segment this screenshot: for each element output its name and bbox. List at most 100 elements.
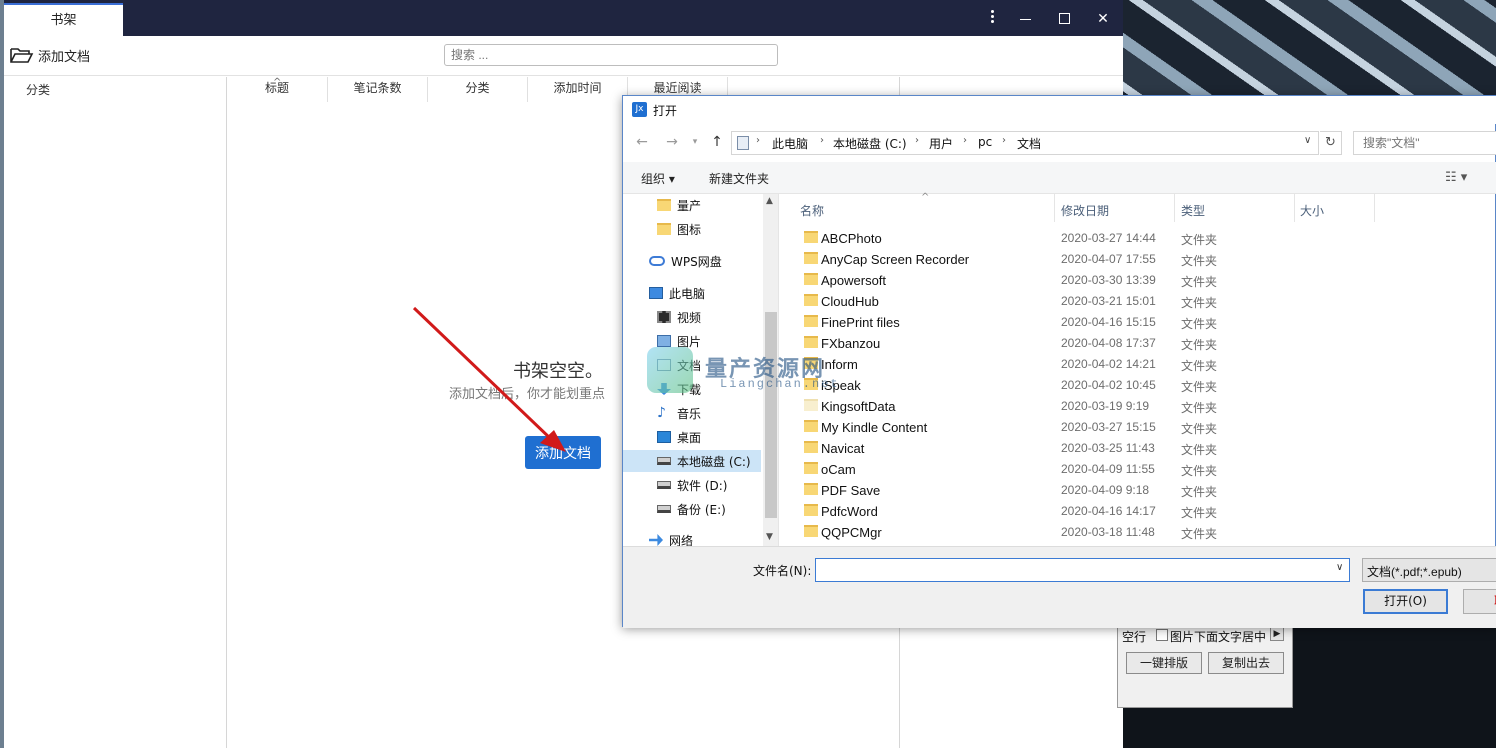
folder-icon <box>804 294 818 306</box>
open-button[interactable]: 打开(O) <box>1363 589 1448 614</box>
folder-icon <box>804 231 818 243</box>
file-date: 2020-03-27 14:44 <box>1061 231 1156 245</box>
scrollbar-thumb[interactable] <box>765 312 777 518</box>
column-note-count[interactable]: 笔记条数 <box>328 77 428 102</box>
folder-icon <box>804 441 818 453</box>
close-icon[interactable]: ✕ <box>1092 8 1114 30</box>
recent-dropdown-icon[interactable]: ▾ <box>686 133 704 151</box>
file-row[interactable]: FinePrint files 2020-04-16 15:15 文件夹 <box>780 311 1420 332</box>
cancel-button[interactable]: 取消 <box>1463 589 1496 614</box>
nav-item-this-pc[interactable]: 此电脑 <box>623 282 761 304</box>
nav-item-desktop[interactable]: 桌面 <box>623 426 761 448</box>
file-date: 2020-03-21 15:01 <box>1061 294 1156 308</box>
file-row[interactable]: Apowersoft 2020-03-30 13:39 文件夹 <box>780 269 1420 290</box>
nav-item-videos[interactable]: 视频 <box>623 306 761 328</box>
file-name: My Kindle Content <box>821 420 928 435</box>
file-type: 文件夹 <box>1181 485 1218 499</box>
file-date: 2020-04-07 17:55 <box>1061 252 1156 266</box>
maximize-icon[interactable] <box>1053 8 1075 30</box>
breadcrumb-this-pc[interactable]: 此电脑 <box>772 135 808 152</box>
column-title[interactable]: ^ 标题 <box>227 77 328 102</box>
search-input[interactable] <box>444 44 778 66</box>
new-folder-button[interactable]: 新建文件夹 <box>709 170 769 187</box>
nav-item-drive-c[interactable]: 本地磁盘 (C:) <box>623 450 761 472</box>
empty-shelf-subtitle: 添加文档后，你才能划重点 <box>449 387 606 402</box>
column-name[interactable]: 名称 <box>800 202 824 219</box>
file-row[interactable]: PdfcWord 2020-04-16 14:17 文件夹 <box>780 500 1420 521</box>
breadcrumb-pc[interactable]: pc <box>978 135 992 149</box>
watermark-subtitle: Liangchan.net <box>720 377 840 391</box>
file-row[interactable]: FXbanzou 2020-04-08 17:37 文件夹 <box>780 332 1420 353</box>
breadcrumb-documents[interactable]: 文档 <box>1017 135 1041 152</box>
filename-label: 文件名(N): <box>753 564 812 578</box>
back-icon[interactable]: ← <box>633 133 651 151</box>
scroll-right-icon[interactable]: ▶ <box>1270 627 1284 641</box>
more-menu-icon[interactable] <box>981 8 1003 30</box>
app-logo-icon: Jx <box>632 102 647 117</box>
file-row[interactable]: My Kindle Content 2020-03-27 15:15 文件夹 <box>780 416 1420 437</box>
folder-icon <box>804 462 818 474</box>
chevron-down-icon[interactable]: ∨ <box>1304 135 1311 146</box>
desktop-icon <box>657 431 671 443</box>
pc-icon <box>649 287 663 299</box>
tab-bookshelf[interactable]: 书架 <box>4 3 123 36</box>
add-document-button[interactable]: 添加文档 <box>10 44 90 66</box>
file-name: AnyCap Screen Recorder <box>821 252 970 267</box>
view-options-icon[interactable]: ☷ ▾ <box>1445 170 1467 185</box>
forward-icon[interactable]: → <box>663 133 681 151</box>
empty-shelf-title: 书架空空。 <box>513 361 603 382</box>
up-icon[interactable]: ↑ <box>708 133 726 151</box>
file-row[interactable]: Navicat 2020-03-25 11:43 文件夹 <box>780 437 1420 458</box>
nav-item-drive-d[interactable]: 软件 (D:) <box>623 474 761 496</box>
file-type: 文件夹 <box>1181 317 1218 331</box>
column-modified[interactable]: 修改日期 <box>1061 202 1109 219</box>
drive-icon <box>657 505 671 513</box>
sidebar-header: 分类 <box>26 83 51 97</box>
copy-out-button[interactable]: 复制出去 <box>1208 652 1284 674</box>
breadcrumb-users[interactable]: 用户 <box>929 135 953 152</box>
file-row[interactable]: iSpeak 2020-04-02 10:45 文件夹 <box>780 374 1420 395</box>
cloud-icon <box>649 256 665 266</box>
nav-item-icons[interactable]: 图标 <box>623 218 761 240</box>
organize-menu[interactable]: 组织 ▾ <box>641 170 675 187</box>
file-type: 文件夹 <box>1181 338 1218 352</box>
refresh-icon[interactable]: ↻ <box>1320 131 1342 155</box>
chevron-right-icon: › <box>915 135 919 146</box>
nav-item-drive-e[interactable]: 备份 (E:) <box>623 498 761 520</box>
column-category[interactable]: 分类 <box>428 77 528 102</box>
file-date: 2020-03-19 9:19 <box>1061 399 1150 413</box>
chevron-down-icon[interactable]: ∨ <box>1336 562 1343 573</box>
address-bar[interactable]: › 此电脑 › 本地磁盘 (C:) › 用户 › pc › 文档 ∨ <box>731 131 1319 155</box>
filetype-select[interactable]: 文档(*.pdf;*.epub) <box>1362 558 1496 582</box>
one-click-format-button[interactable]: 一键排版 <box>1126 652 1202 674</box>
column-size[interactable]: 大小 <box>1300 202 1324 219</box>
center-text-checkbox[interactable] <box>1156 629 1168 641</box>
nav-item-wps-cloud[interactable]: WPS网盘 <box>623 250 761 272</box>
file-row[interactable]: KingsoftData 2020-03-19 9:19 文件夹 <box>780 395 1420 416</box>
file-row[interactable]: AnyCap Screen Recorder 2020-04-07 17:55 文件… <box>780 248 1420 269</box>
file-type: 文件夹 <box>1181 296 1218 310</box>
minimize-icon[interactable] <box>1014 8 1036 30</box>
file-row[interactable]: Inform 2020-04-02 14:21 文件夹 <box>780 353 1420 374</box>
filename-input[interactable] <box>815 558 1350 582</box>
scroll-up-icon[interactable]: ▲ <box>766 196 773 206</box>
scroll-down-icon[interactable]: ▼ <box>766 532 773 542</box>
file-row[interactable]: PDF Save 2020-04-09 9:18 文件夹 <box>780 479 1420 500</box>
picture-icon <box>657 335 671 347</box>
dialog-search-input[interactable] <box>1353 131 1496 155</box>
music-icon: ♪ <box>657 405 666 421</box>
column-added-time[interactable]: 添加时间 <box>528 77 628 102</box>
empty-add-document-button[interactable]: 添加文档 <box>525 436 601 469</box>
breadcrumb-local-disk[interactable]: 本地磁盘 (C:) <box>833 135 907 152</box>
file-name: ABCPhoto <box>821 231 882 246</box>
file-row[interactable]: CloudHub 2020-03-21 15:01 文件夹 <box>780 290 1420 311</box>
nav-item-music[interactable]: ♪ 音乐 <box>623 402 761 424</box>
center-text-label: 图片下面文字居中 <box>1170 630 1267 644</box>
file-row[interactable]: QQPCMgr 2020-03-18 11:48 文件夹 <box>780 521 1420 542</box>
file-row[interactable]: ABCPhoto 2020-03-27 14:44 文件夹 <box>780 227 1420 248</box>
file-name: PDF Save <box>821 483 881 498</box>
nav-item-liangchan[interactable]: 量产 <box>623 194 761 216</box>
folder-icon <box>804 420 818 432</box>
file-row[interactable]: oCam 2020-04-09 11:55 文件夹 <box>780 458 1420 479</box>
column-type[interactable]: 类型 <box>1181 202 1205 219</box>
